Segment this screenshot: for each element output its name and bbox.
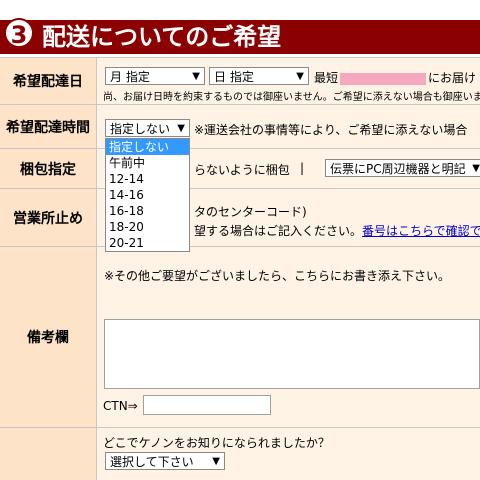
earliest-suffix: にお届け bbox=[428, 71, 477, 85]
month-select-value: 月 指定 bbox=[110, 70, 150, 84]
row-source: どこでケノンをお知りになられましたか？ 選択して下さい ▼ bbox=[0, 427, 480, 480]
dropdown-option[interactable]: 12-14 bbox=[106, 171, 189, 187]
section-number-badge: 3 bbox=[4, 18, 34, 49]
earliest-prefix: 最短 bbox=[314, 71, 339, 85]
redacted-date bbox=[340, 72, 427, 85]
ctn-label: CTN⇒ bbox=[103, 399, 138, 413]
dropdown-option[interactable]: 20-21 bbox=[106, 235, 189, 251]
dropdown-option[interactable]: 14-16 bbox=[106, 187, 189, 203]
remarks-instruction: ※その他ご要望がございましたら、こちらにお書き添え下さい。 bbox=[104, 269, 451, 283]
delivery-time-select[interactable]: 指定しない ▼ bbox=[105, 119, 190, 137]
section-header: 3 配送についてのご希望 bbox=[0, 0, 480, 56]
packing-label: 梱包指定 bbox=[0, 149, 97, 188]
row-office-stop: 営業所止め タのセンターコード) 望する場合はご記入ください。番号はこちらで確認… bbox=[0, 188, 480, 246]
packing-separator: | bbox=[300, 161, 305, 175]
chevron-down-icon: ▼ bbox=[212, 456, 220, 467]
row-delivery-time: 希望配達時間 指定しない ▼ ※運送会社の事情等により、ご希望に添えない場合 bbox=[0, 104, 480, 148]
earliest-delivery-text: 最短 にお届け bbox=[314, 69, 476, 86]
office-stop-line2: 望する場合はご記入ください。番号はこちらで確認で bbox=[194, 222, 480, 239]
delivery-time-label: 希望配達時間 bbox=[0, 105, 97, 148]
dropdown-option[interactable]: 指定しない bbox=[106, 139, 189, 155]
invoice-select[interactable]: 伝票にPC周辺機器と明記 ▼ bbox=[325, 159, 480, 177]
source-select[interactable]: 選択して下さい ▼ bbox=[105, 452, 225, 470]
chevron-down-icon: ▼ bbox=[472, 163, 480, 174]
source-label bbox=[0, 428, 97, 480]
remarks-textarea[interactable] bbox=[104, 319, 480, 389]
ctn-input[interactable] bbox=[143, 395, 271, 415]
dropdown-option[interactable]: 16-18 bbox=[106, 203, 189, 219]
invoice-select-value: 伝票にPC周辺機器と明記 bbox=[330, 162, 466, 176]
source-cell: どこでケノンをお知りになられましたか？ 選択して下さい ▼ bbox=[97, 428, 480, 480]
delivery-date-label: 希望配達日 bbox=[0, 58, 97, 104]
dropdown-option[interactable]: 午前中 bbox=[106, 155, 189, 171]
delivery-time-select-value: 指定しない bbox=[110, 122, 171, 136]
row-delivery-date: 希望配達日 月 指定 ▼ 日 指定 ▼ 最短 にお届け 尚、お届け日時を約束するも… bbox=[0, 57, 480, 104]
packing-option-text: らないように梱包 bbox=[194, 163, 290, 177]
day-select[interactable]: 日 指定 ▼ bbox=[209, 67, 309, 85]
delivery-time-note: ※運送会社の事情等により、ご希望に添えない場合 bbox=[194, 123, 468, 137]
chevron-down-icon: ▼ bbox=[296, 71, 304, 82]
office-stop-label: 営業所止め bbox=[0, 189, 97, 246]
row-packing: 梱包指定 らないように梱包 | 伝票にPC周辺機器と明記 ▼ bbox=[0, 148, 480, 188]
dropdown-option[interactable]: 18-20 bbox=[106, 219, 189, 235]
delivery-date-cell: 月 指定 ▼ 日 指定 ▼ 最短 にお届け 尚、お届け日時を約束するものでは御座い… bbox=[97, 58, 480, 104]
section-title: 配送についてのご希望 bbox=[42, 23, 282, 51]
center-code-link[interactable]: 番号はこちらで確認で bbox=[362, 224, 480, 238]
chevron-down-icon: ▼ bbox=[192, 71, 200, 82]
source-question: どこでケノンをお知りになられましたか？ bbox=[103, 436, 330, 450]
office-stop-line2-text: 望する場合はご記入ください。 bbox=[194, 224, 363, 238]
delivery-time-dropdown-list: 指定しない 午前中 12-14 14-16 16-18 18-20 20-21 bbox=[105, 138, 190, 252]
chevron-down-icon: ▼ bbox=[177, 123, 185, 134]
day-select-value: 日 指定 bbox=[214, 70, 254, 84]
office-stop-line1: タのセンターコード) bbox=[194, 205, 307, 219]
remarks-label: 備考欄 bbox=[0, 247, 97, 427]
month-select[interactable]: 月 指定 ▼ bbox=[105, 67, 205, 85]
delivery-date-note: 尚、お届け日時を約束するものでは御座いません。ご希望に添えない場合も御座いま bbox=[103, 92, 480, 103]
source-select-value: 選択して下さい bbox=[110, 455, 194, 469]
